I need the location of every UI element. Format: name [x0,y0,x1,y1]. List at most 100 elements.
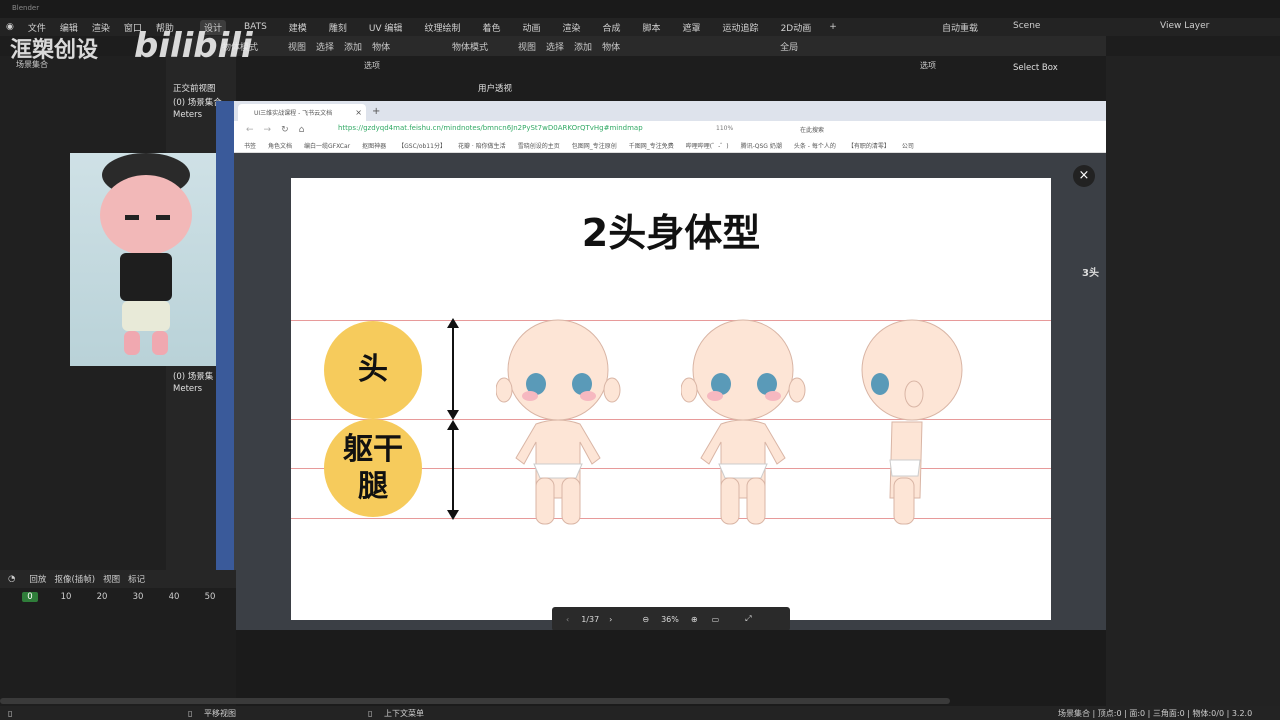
workspace-tab-animation[interactable]: 动画 [518,20,544,35]
zoom-level-display: 36% [661,614,679,624]
bookmark-item[interactable]: 【GSC/ob11分】 [398,141,446,150]
mouse-right-icon: ▯ [368,708,373,718]
head-circle: 头 [324,321,422,419]
frame-number: 40 [168,592,180,602]
browser-tab-title: UI三维实战课程 - 飞书云文档 [254,110,333,117]
scene-selector[interactable]: Scene [1013,21,1040,31]
workspace-tab-mask[interactable]: 遮罩 [679,20,705,35]
bookmark-item[interactable]: 书签 [244,141,256,150]
timeline-editor-icon[interactable]: ◔ [8,574,15,584]
status-scene-stats: 场景集合 | 顶点:0 | 面:0 | 三角面:0 | 物体:0/0 | 3.2… [1058,708,1253,718]
bookmark-item[interactable]: 编白一缆GFXCar [304,141,350,150]
measure-arrows [447,318,459,520]
zoom-level: 110% [716,125,734,132]
new-tab-icon[interactable]: + [372,106,380,117]
left-menu-object[interactable]: 物体 [372,40,390,53]
head-label: 头 [358,352,388,388]
bookmark-item[interactable]: 花瓣 · 陪你做生活 [458,141,506,150]
bookmark-item[interactable]: 抠图神器 [362,141,386,150]
prev-page-icon[interactable]: ‹ [566,615,569,624]
close-tab-icon[interactable]: × [355,108,362,117]
timeline-frame-numbers: 0 10 20 30 40 50 [0,590,236,604]
workspace-tab-compositing[interactable]: 合成 [599,20,625,35]
fit-page-icon[interactable]: ▭ [712,615,720,624]
workspace-tab-tracking[interactable]: 运动追踪 [719,20,763,35]
bookmark-item[interactable]: 千图网_专注免费 [629,141,674,150]
watermark-logo: 洭槊创设 [10,38,99,63]
bottom-editor [236,630,1106,706]
leg-label: 腿 [358,469,388,504]
bookmarks-bar: 书签 角色文档 编白一缆GFXCar 抠图神器 【GSC/ob11分】 花瓣 ·… [234,139,1106,153]
bookmark-item[interactable]: 角色文档 [268,141,292,150]
properties-panel [1106,56,1280,706]
bookmark-item[interactable]: 【有职的清零】 [848,141,890,150]
bookmark-item[interactable]: 包图网_专注原创 [572,141,617,150]
home-icon[interactable]: ⌂ [299,125,305,135]
close-viewer-button[interactable]: × [1073,165,1095,187]
chibi-front-figure [496,319,621,525]
frame-number: 30 [132,592,144,602]
left-options-dropdown[interactable]: 选项 [364,60,380,71]
page-indicator: 1/37 [581,614,600,624]
chibi-side-figure [861,319,963,525]
left-viewport-collection-label-2: (0) 场景集 [173,372,214,382]
character-figure [100,153,192,355]
fullscreen-icon[interactable]: ⤢ [745,614,751,624]
zoom-in-icon[interactable]: ⊕ [691,615,698,624]
right-viewport-header: 物体模式 视图 选择 添加 物体 全局 [406,36,1106,56]
left-menu-select[interactable]: 选择 [316,40,334,53]
right-menu-add[interactable]: 添加 [574,40,592,53]
status-context-menu: 上下文菜单 [384,708,424,718]
bookmark-item[interactable]: 头条 - 每个人的 [794,141,836,150]
right-mode-dropdown[interactable]: 物体模式 [452,40,488,53]
left-menu-add[interactable]: 添加 [344,40,362,53]
frame-number: 10 [60,592,72,602]
workspace-tab-shading[interactable]: 着色 [478,20,504,35]
bookmark-item[interactable]: 雪晓创设的主页 [518,141,560,150]
side-slide-text: 3头 [1082,268,1099,279]
timeline-menu-playback[interactable]: 回放 [29,573,46,585]
workspace-tab-rendering[interactable]: 渲染 [558,20,584,35]
left-menu-view[interactable]: 视图 [288,40,306,53]
view-layer-selector[interactable]: View Layer [1160,21,1209,31]
right-options-dropdown[interactable]: 选项 [920,60,936,71]
forward-icon[interactable]: → [264,125,272,135]
next-page-icon[interactable]: › [609,615,612,624]
workspace-tab-2d[interactable]: 2D动画 [777,20,816,35]
current-frame-indicator[interactable]: 0 [22,592,38,602]
blender-logo-icon[interactable]: ◉ [6,22,14,32]
transform-orientation-dropdown[interactable]: 全局 [780,40,798,53]
slide-viewer: 2头身体型 头 躯干 腿 [291,178,1051,620]
bookmark-item[interactable]: 哔哩哔哩(゜-゜) [686,141,729,150]
window-title: Blender [12,4,40,12]
right-menu-view[interactable]: 视图 [518,40,536,53]
add-workspace-button[interactable]: + [829,22,837,32]
workspace-tab-modeling[interactable]: 建模 [285,20,311,35]
right-menu-object[interactable]: 物体 [602,40,620,53]
browser-tab[interactable]: UI三维实战课程 - 飞书云文档 × [238,104,366,121]
select-box-tool[interactable]: Select Box [1013,63,1058,73]
search-box[interactable]: 在此搜索 [800,125,824,134]
workspace-tab-texture[interactable]: 纹理绘制 [420,20,464,35]
timeline-menu-view[interactable]: 视图 [103,573,120,585]
bookmark-item[interactable]: 腾讯-QSG 奶潮 [741,141,782,150]
back-icon[interactable]: ← [246,125,254,135]
timeline-menu-marker[interactable]: 标记 [128,573,145,585]
autokey-label[interactable]: 自动重载 [942,21,978,34]
window-titlebar: Blender [0,0,1280,18]
left-viewport-view-label: 正交前视图 [173,84,216,94]
horizontal-scrollbar[interactable] [0,698,950,704]
mouse-middle-icon: ▯ [188,708,193,718]
bookmark-item[interactable]: 公司 [902,141,914,150]
zoom-out-icon[interactable]: ⊖ [642,615,649,624]
right-viewport-view-label: 用户透视 [478,84,513,94]
workspace-tab-uv[interactable]: UV 编辑 [365,20,407,35]
workspace-tab-sculpt[interactable]: 雕刻 [325,20,351,35]
frame-number: 20 [96,592,108,602]
timeline-menu-keying[interactable]: 抠像(插帧) [54,573,95,585]
mouse-icon: ▯ [8,708,13,718]
left-viewport-units-label-2: Meters [173,384,203,394]
reload-icon[interactable]: ↻ [281,125,289,135]
workspace-tab-scripting[interactable]: 脚本 [639,20,665,35]
right-menu-select[interactable]: 选择 [546,40,564,53]
